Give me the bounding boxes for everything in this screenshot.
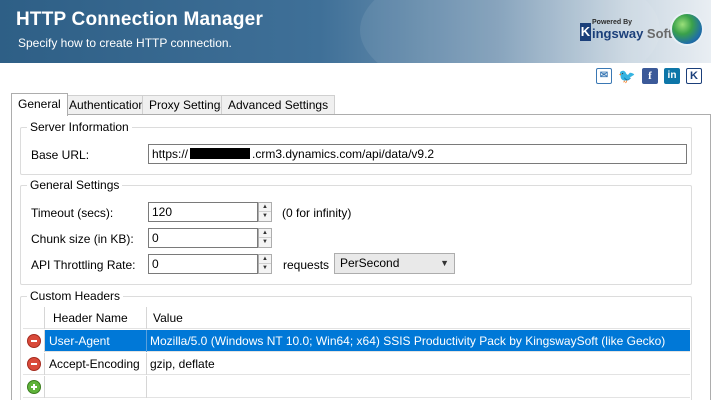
timeout-stepper[interactable]: 120 ▲ ▼	[148, 202, 272, 222]
chevron-down-icon: ▼	[440, 258, 449, 268]
spin-down-icon[interactable]: ▼	[259, 238, 271, 247]
base-url-prefix: https://	[152, 147, 189, 161]
remove-row-icon[interactable]	[27, 334, 41, 348]
throttling-rate-stepper[interactable]: 0 ▲ ▼	[148, 254, 272, 274]
spin-down-icon[interactable]: ▼	[259, 264, 271, 273]
timeout-hint: (0 for infinity)	[282, 206, 352, 220]
dialog-title: HTTP Connection Manager	[16, 9, 264, 30]
email-icon[interactable]: ✉	[596, 68, 612, 84]
tab-advanced-settings[interactable]: Advanced Settings	[221, 95, 336, 115]
column-separator	[146, 376, 147, 398]
column-header-value[interactable]: Value	[153, 307, 273, 329]
logo-powered-by: Powered By	[592, 19, 633, 26]
general-settings-label: General Settings	[27, 178, 123, 192]
kingswaysoft-logo: Powered By K ingsway Soft	[580, 18, 672, 44]
column-separator	[146, 307, 147, 329]
tab-authentication[interactable]: Authentication	[62, 95, 153, 115]
table-row[interactable]: User-Agent Mozilla/5.0 (Windows NT 10.0;…	[23, 330, 690, 352]
logo-name: ingsway Soft	[592, 26, 672, 41]
logo-name-soft: Soft	[646, 26, 673, 41]
timeout-label: Timeout (secs):	[31, 206, 114, 220]
chunk-size-label: Chunk size (in KB):	[31, 232, 134, 246]
timeout-input[interactable]: 120	[148, 202, 258, 222]
new-row[interactable]	[23, 376, 690, 398]
column-header-name[interactable]: Header Name	[53, 307, 143, 329]
tab-proxy-settings[interactable]: Proxy Settings	[142, 95, 234, 115]
column-separator	[146, 330, 147, 352]
header-name-cell[interactable]: User-Agent	[49, 330, 144, 352]
custom-headers-group: Custom Headers Header Name Value User-Ag…	[20, 289, 692, 400]
grid-header-row: Header Name Value	[23, 307, 690, 329]
custom-headers-label: Custom Headers	[27, 289, 124, 303]
server-information-label: Server Information	[27, 120, 132, 134]
timeout-spin-buttons[interactable]: ▲ ▼	[258, 202, 272, 222]
header-value-cell[interactable]: gzip, deflate	[150, 353, 685, 375]
globe-icon	[672, 14, 702, 44]
chunk-size-spin-buttons[interactable]: ▲ ▼	[258, 228, 272, 248]
redacted-block	[190, 148, 251, 159]
spin-up-icon[interactable]: ▲	[259, 203, 271, 212]
dialog-subtitle: Specify how to create HTTP connection.	[18, 36, 232, 50]
tab-panel-general: Server Information Base URL: https:// .cr…	[11, 114, 711, 400]
facebook-icon[interactable]: f	[642, 68, 658, 84]
spin-down-icon[interactable]: ▼	[259, 212, 271, 221]
throttling-rate-spin-buttons[interactable]: ▲ ▼	[258, 254, 272, 274]
logo-name-main: ingsway	[592, 26, 644, 41]
row-header-cell	[23, 353, 45, 375]
throttling-period-value: PerSecond	[340, 256, 400, 270]
twitter-icon[interactable]: 🐦	[618, 68, 635, 84]
header-value-cell[interactable]: Mozilla/5.0 (Windows NT 10.0; Win64; x64…	[150, 330, 685, 352]
header-name-cell[interactable]: Accept-Encoding	[49, 353, 144, 375]
throttling-period-select[interactable]: PerSecond ▼	[334, 253, 455, 274]
add-row-icon[interactable]	[27, 380, 41, 394]
row-header-cell	[23, 376, 45, 398]
column-separator	[146, 353, 147, 375]
chunk-size-input[interactable]: 0	[148, 228, 258, 248]
remove-row-icon[interactable]	[27, 357, 41, 371]
header-banner: HTTP Connection Manager Specify how to c…	[0, 0, 711, 63]
general-settings-group: General Settings Timeout (secs): 120 ▲ ▼…	[20, 178, 692, 285]
spin-up-icon[interactable]: ▲	[259, 229, 271, 238]
base-url-suffix: .crm3.dynamics.com/api/data/v9.2	[252, 147, 435, 161]
tab-general[interactable]: General	[11, 93, 68, 116]
table-row[interactable]: Accept-Encoding gzip, deflate	[23, 353, 690, 375]
spin-up-icon[interactable]: ▲	[259, 255, 271, 264]
throttling-rate-label: API Throttling Rate:	[31, 258, 136, 272]
throttling-unit-label: requests	[283, 258, 330, 272]
chunk-size-stepper[interactable]: 0 ▲ ▼	[148, 228, 272, 248]
base-url-label: Base URL:	[31, 148, 90, 162]
row-header-cell	[23, 307, 45, 329]
kingswaysoft-icon[interactable]: K	[686, 68, 702, 84]
row-header-cell	[23, 330, 45, 352]
linkedin-icon[interactable]: in	[664, 68, 680, 84]
throttling-rate-input[interactable]: 0	[148, 254, 258, 274]
server-information-group: Server Information Base URL: https:// .cr…	[20, 120, 692, 175]
base-url-input[interactable]: https:// .crm3.dynamics.com/api/data/v9.2	[148, 144, 687, 164]
logo-k-icon: K	[580, 23, 591, 41]
